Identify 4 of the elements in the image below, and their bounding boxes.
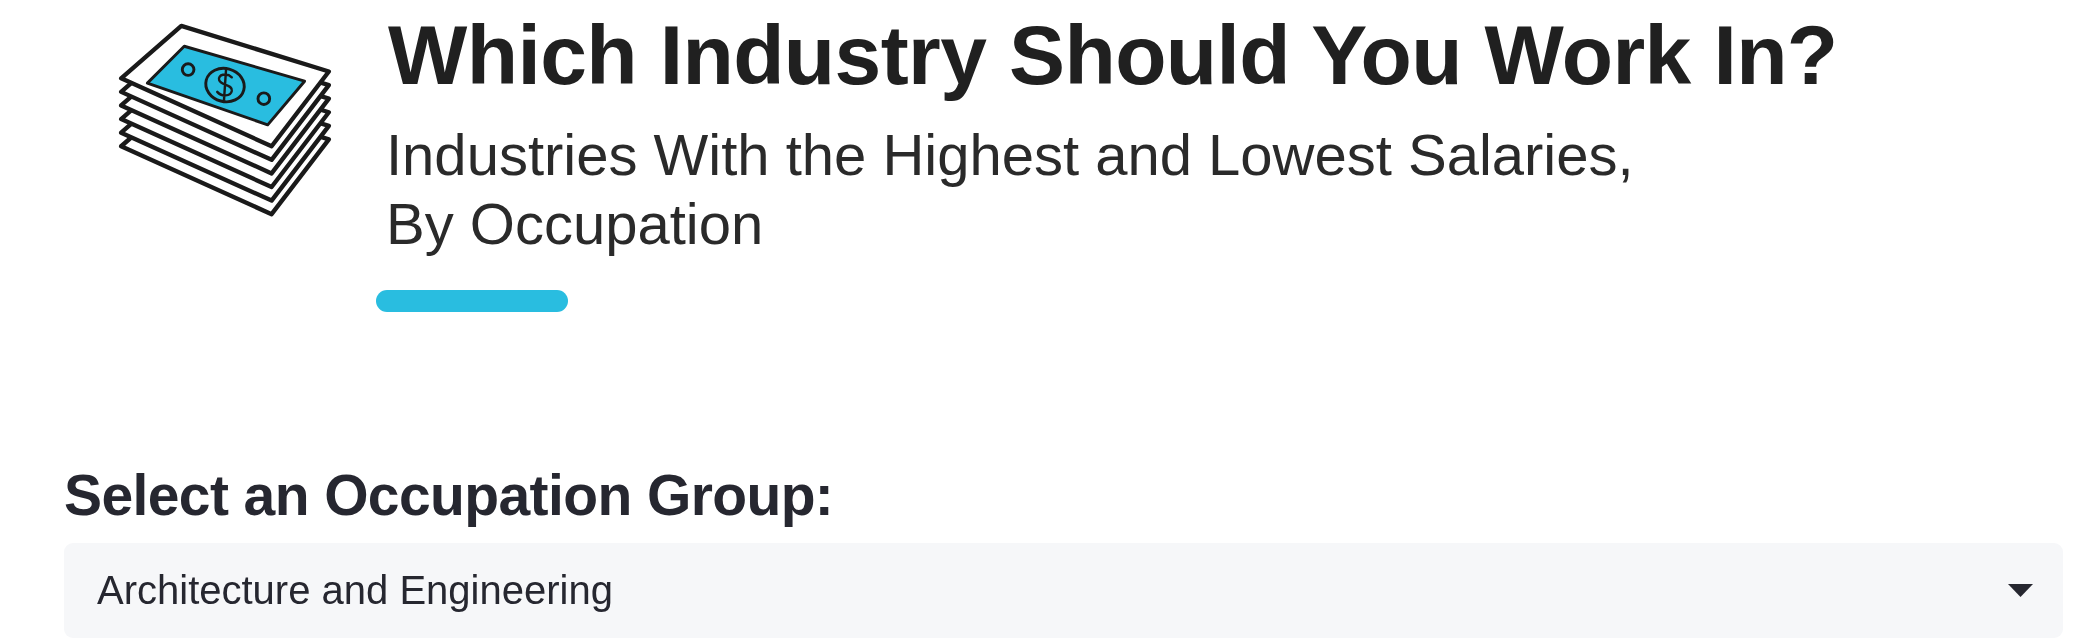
caret-down-icon [2008,584,2033,597]
page-subtitle: Industries With the Highest and Lowest Salaries, By Occupation [385,121,1634,258]
select-label: Select an Occupation Group: [64,462,834,529]
occupation-select[interactable]: Architecture and Engineering [64,543,2063,638]
